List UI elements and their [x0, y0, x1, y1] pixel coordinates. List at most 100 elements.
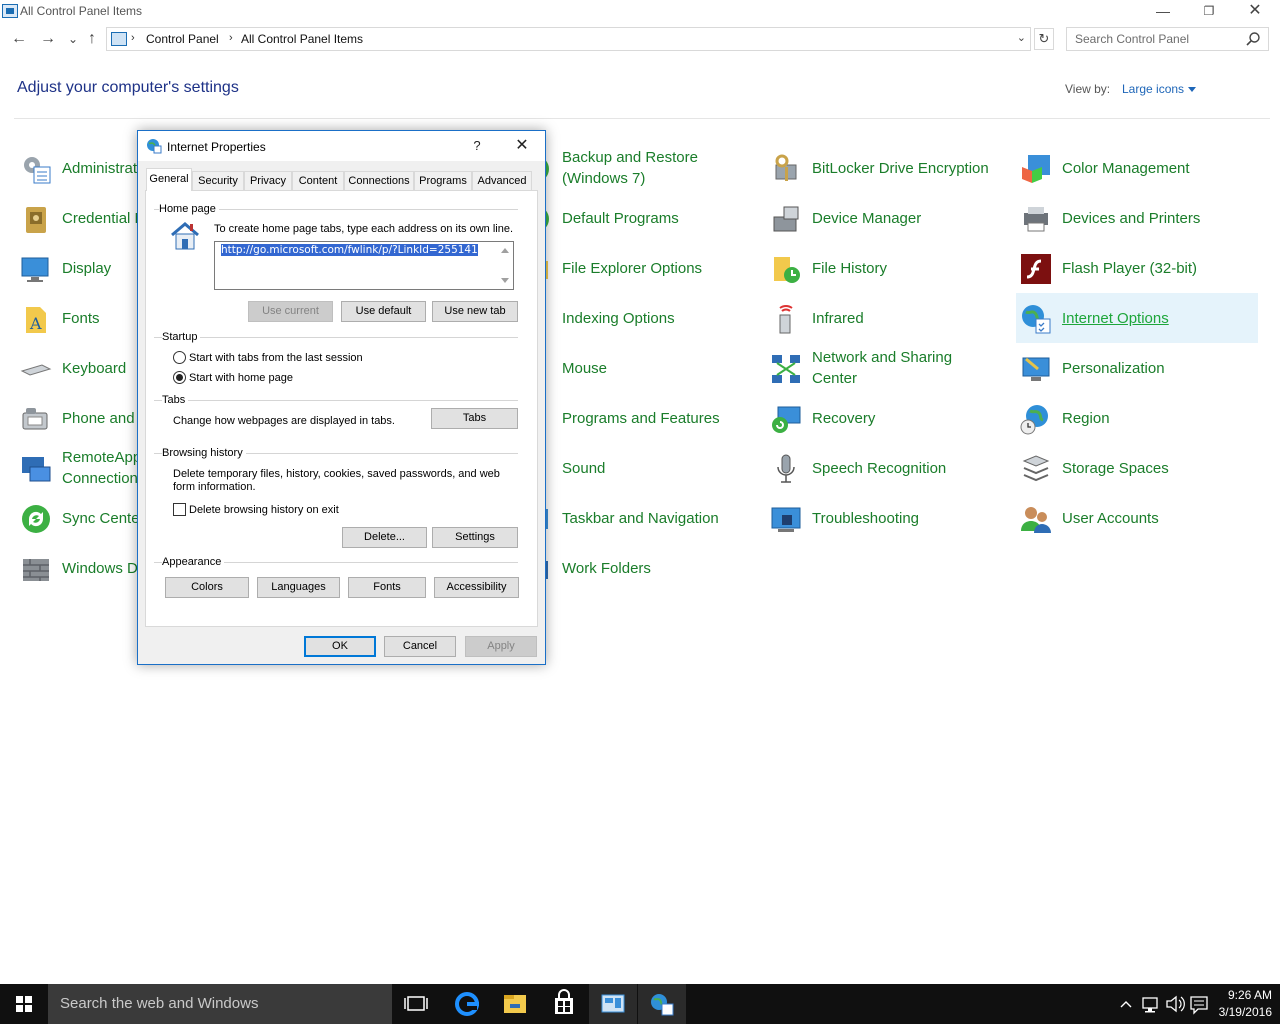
use-new-tab-button[interactable]: Use new tab [432, 301, 518, 322]
item-devices-and-printers[interactable]: Devices and Printers [1016, 193, 1258, 243]
item-troubleshooting[interactable]: Troubleshooting [766, 493, 1006, 543]
radio-last-session[interactable] [173, 351, 186, 364]
scroll-down-icon[interactable] [501, 278, 509, 283]
dialog-close-button[interactable]: ✕ [510, 134, 534, 158]
up-button[interactable]: ↑ [81, 28, 103, 50]
internet-options-taskbar-icon[interactable] [638, 984, 686, 1024]
use-default-button[interactable]: Use default [341, 301, 426, 322]
file-explorer-icon[interactable] [491, 984, 539, 1024]
item-sound[interactable]: Sound [516, 443, 756, 493]
minimize-button[interactable]: — [1140, 0, 1186, 24]
tabs-group-title: Tabs [162, 394, 189, 406]
url-scrollbar[interactable] [496, 242, 513, 289]
maximize-button[interactable]: ❐ [1186, 0, 1232, 24]
item-label: Sync Center [62, 509, 145, 527]
item-internet-options[interactable]: Internet Options [1016, 293, 1258, 343]
item-label: Keyboard [62, 359, 127, 377]
tab-connections[interactable]: Connections [344, 171, 414, 191]
task-view-icon[interactable] [392, 984, 440, 1024]
tab-programs[interactable]: Programs [414, 171, 472, 191]
printer-icon [1024, 207, 1048, 232]
colors-button[interactable]: Colors [165, 577, 249, 598]
apply-button[interactable]: Apply [465, 636, 537, 657]
flash-player-icon [1021, 254, 1051, 284]
store-icon[interactable] [540, 984, 588, 1024]
volume-tray-button[interactable] [1164, 984, 1186, 1024]
tab-general[interactable]: General [146, 168, 192, 191]
windows-start-icon[interactable] [0, 984, 48, 1024]
item-work-folders[interactable]: Work Folders [516, 543, 756, 593]
clock-time[interactable]: 9:26 AM [1208, 988, 1272, 1002]
action-center-button[interactable] [1188, 984, 1210, 1024]
forward-button[interactable]: → [37, 28, 59, 50]
taskbar-search-box[interactable]: Search the web and Windows [48, 984, 392, 1024]
display-icon [21, 257, 49, 282]
tabs-settings-button[interactable]: Tabs [431, 408, 518, 429]
item-indexing-options[interactable]: Indexing Options [516, 293, 756, 343]
breadcrumb-separator[interactable]: › [131, 32, 135, 44]
item-speech-recognition[interactable]: Speech Recognition [766, 443, 1006, 493]
fonts-button[interactable]: Fonts [348, 577, 426, 598]
address-bar[interactable]: › Control Panel › All Control Panel Item… [106, 27, 1031, 51]
item-default-programs[interactable]: Default Programs [516, 193, 756, 243]
item-region[interactable]: Region [1016, 393, 1258, 443]
item-personalization[interactable]: Personalization [1016, 343, 1258, 393]
item-label: Indexing Options [562, 309, 675, 327]
tab-advanced[interactable]: Advanced [472, 171, 532, 191]
item-infrared[interactable]: Infrared [766, 293, 1006, 343]
breadcrumb-all-items[interactable]: All Control Panel Items [241, 32, 363, 46]
item-color-management[interactable]: Color Management [1016, 143, 1258, 193]
delete-on-exit-checkbox[interactable] [173, 503, 186, 516]
breadcrumb-separator[interactable]: › [229, 32, 233, 44]
radio-last-session-label[interactable]: Start with tabs from the last session [189, 352, 363, 365]
item-flash-player[interactable]: Flash Player (32-bit) [1016, 243, 1258, 293]
show-hidden-icons-button[interactable] [1118, 984, 1134, 1024]
item-file-explorer-options[interactable]: File Explorer Options [516, 243, 756, 293]
history-settings-button[interactable]: Settings [432, 527, 518, 548]
ok-button[interactable]: OK [304, 636, 376, 657]
control-panel-taskbar-icon[interactable] [589, 984, 637, 1024]
item-recovery[interactable]: Recovery [766, 393, 1006, 443]
chevron-down-icon [1188, 87, 1197, 93]
languages-button[interactable]: Languages [257, 577, 340, 598]
refresh-button[interactable]: ↻ [1034, 28, 1054, 50]
back-button[interactable]: ← [8, 28, 30, 50]
item-storage-spaces[interactable]: Storage Spaces [1016, 443, 1258, 493]
item-programs-and-features[interactable]: Programs and Features [516, 393, 756, 443]
delete-history-button[interactable]: Delete... [342, 527, 427, 548]
edge-browser-icon[interactable] [443, 984, 491, 1024]
help-button[interactable]: ? [468, 136, 486, 156]
item-file-history[interactable]: File History [766, 243, 1006, 293]
view-by-dropdown[interactable]: Large icons [1122, 82, 1197, 96]
item-device-manager[interactable]: Device Manager [766, 193, 1006, 243]
item-backup-and-restore[interactable]: Backup and Restore (Windows 7) [516, 143, 756, 193]
dialog-titlebar[interactable]: Internet Properties ? ✕ [138, 131, 545, 161]
color-management-icon [1022, 155, 1050, 183]
item-user-accounts[interactable]: User Accounts [1016, 493, 1258, 543]
delete-on-exit-label[interactable]: Delete browsing history on exit [189, 504, 339, 517]
address-dropdown-icon[interactable]: ⌄ [1017, 31, 1026, 44]
search-icon[interactable] [1245, 31, 1261, 47]
clock-date[interactable]: 3/19/2016 [1208, 1005, 1272, 1019]
item-bitlocker[interactable]: BitLocker Drive Encryption [766, 143, 1006, 193]
use-current-button[interactable]: Use current [248, 301, 333, 322]
tab-privacy[interactable]: Privacy [244, 171, 292, 191]
close-button[interactable]: ✕ [1232, 0, 1278, 24]
scroll-up-icon[interactable] [501, 248, 509, 253]
cancel-button[interactable]: Cancel [384, 636, 456, 657]
search-input[interactable] [1066, 27, 1269, 51]
microphone-icon [777, 454, 795, 483]
tab-content[interactable]: Content [292, 171, 344, 191]
svg-text:A: A [29, 314, 42, 333]
home-page-url-field[interactable] [214, 241, 514, 290]
accessibility-button[interactable]: Accessibility [434, 577, 519, 598]
item-taskbar-and-navigation[interactable]: Taskbar and Navigation [516, 493, 756, 543]
radio-home-page-label[interactable]: Start with home page [189, 372, 293, 385]
item-mouse[interactable]: Mouse [516, 343, 756, 393]
item-network-and-sharing[interactable]: Network and Sharing Center [766, 343, 1006, 393]
radio-home-page[interactable] [173, 371, 186, 384]
breadcrumb-control-panel[interactable]: Control Panel [146, 32, 219, 46]
network-tray-button[interactable] [1140, 984, 1162, 1024]
fonts-icon: A [26, 307, 46, 333]
tab-security[interactable]: Security [192, 171, 244, 191]
